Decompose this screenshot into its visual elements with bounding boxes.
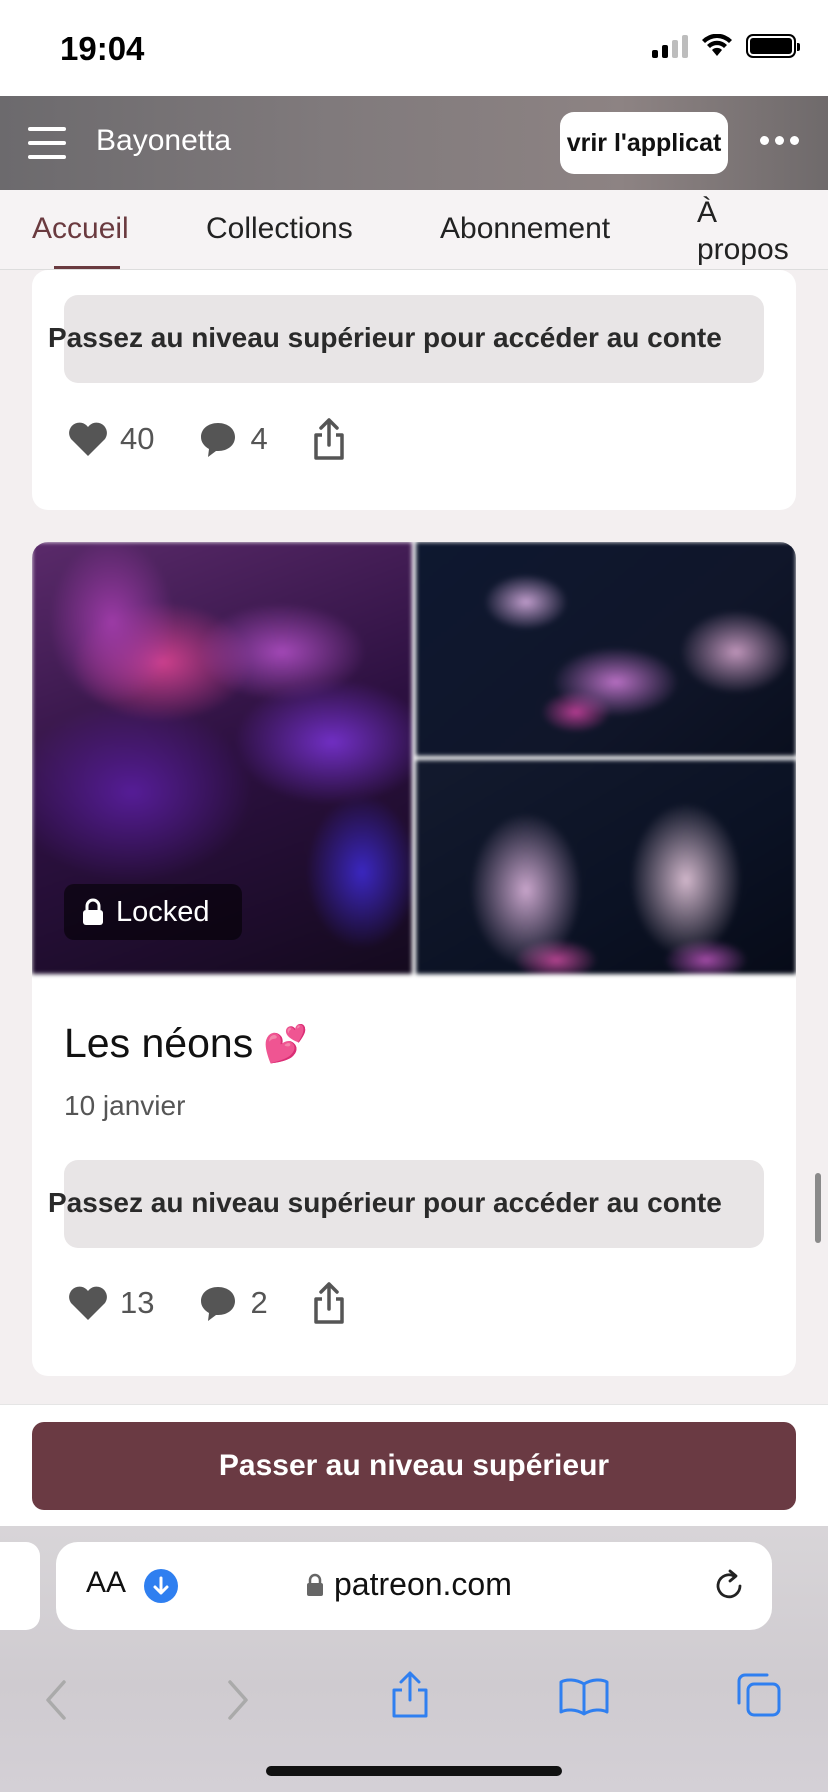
aa-label: AA xyxy=(86,1566,127,1599)
tab-a-propos[interactable]: À propos xyxy=(697,194,807,268)
share-button[interactable] xyxy=(312,417,346,461)
post-actions: 13 2 xyxy=(68,1278,390,1328)
like-count: 13 xyxy=(120,1285,155,1320)
like-count: 40 xyxy=(120,421,155,456)
forward-icon[interactable] xyxy=(222,1678,252,1722)
browser-chrome: AA patreon.com xyxy=(0,1526,828,1792)
menu-icon[interactable] xyxy=(28,127,66,159)
url-display: patreon.com xyxy=(306,1566,512,1603)
heart-icon xyxy=(69,1286,107,1320)
reload-icon[interactable] xyxy=(710,1566,748,1606)
lock-icon xyxy=(307,1573,323,1596)
comment-button[interactable]: 4 xyxy=(198,420,268,458)
status-bar: 19:04 xyxy=(0,0,828,96)
share-button[interactable] xyxy=(312,1281,346,1325)
upgrade-prompt[interactable]: Passez au niveau supérieur pour accéder … xyxy=(48,295,764,383)
cellular-signal-icon xyxy=(652,34,688,58)
scrollbar[interactable] xyxy=(815,1173,821,1243)
url-text: patreon.com xyxy=(334,1566,512,1602)
wifi-icon xyxy=(702,34,732,56)
address-bar[interactable]: AA patreon.com xyxy=(56,1542,772,1630)
post-image-blurred[interactable] xyxy=(416,542,796,756)
post-card: Passez au niveau supérieur pour accéder … xyxy=(32,270,796,510)
comment-count: 4 xyxy=(250,421,268,456)
status-time: 19:04 xyxy=(60,30,145,67)
upgrade-prompt-text: Passez au niveau supérieur pour accéder … xyxy=(48,322,722,353)
comment-icon xyxy=(201,423,236,457)
tab-a-propos-label: À propos xyxy=(697,196,789,266)
post-title-text: Les néons xyxy=(64,1020,254,1066)
post-image-gallery[interactable]: Locked xyxy=(32,542,796,974)
tab-abonnement[interactable]: Abonnement xyxy=(440,212,610,246)
bookmarks-icon[interactable] xyxy=(558,1676,610,1716)
upgrade-bar: Passer au niveau supérieur xyxy=(0,1404,828,1526)
creator-header: Bayonetta vrir l'applicat xyxy=(0,96,828,190)
upgrade-prompt[interactable]: Passez au niveau supérieur pour accéder … xyxy=(48,1160,764,1248)
post-actions: 40 4 xyxy=(68,414,390,464)
battery-icon xyxy=(746,34,800,58)
active-tab-indicator xyxy=(54,266,120,269)
creator-name: Bayonetta xyxy=(96,124,232,157)
download-icon[interactable] xyxy=(144,1569,178,1603)
tab-collections[interactable]: Collections xyxy=(206,212,353,246)
share-icon xyxy=(313,1282,344,1324)
previous-tab-preview[interactable] xyxy=(0,1542,40,1630)
post-title[interactable]: Les néons 💕 xyxy=(64,1020,308,1067)
like-button[interactable]: 40 xyxy=(68,421,154,457)
status-icons xyxy=(652,34,800,58)
more-options-icon[interactable] xyxy=(760,136,799,145)
locked-badge: Locked xyxy=(64,884,242,940)
two-hearts-emoji: 💕 xyxy=(263,1022,309,1064)
tab-bar: Accueil Collections Abonnement À propos xyxy=(0,190,828,270)
tabs-icon[interactable] xyxy=(736,1672,782,1718)
open-app-button[interactable]: vrir l'applicat xyxy=(560,112,728,174)
back-icon[interactable] xyxy=(42,1678,72,1722)
locked-label: Locked xyxy=(116,895,210,928)
reader-settings-button[interactable]: AA xyxy=(86,1566,126,1600)
comment-count: 2 xyxy=(250,1285,268,1320)
home-indicator[interactable] xyxy=(266,1766,562,1776)
upgrade-prompt-text: Passez au niveau supérieur pour accéder … xyxy=(48,1187,722,1218)
share-icon xyxy=(313,418,344,460)
heart-icon xyxy=(69,422,107,456)
comment-button[interactable]: 2 xyxy=(198,1284,268,1322)
tab-accueil[interactable]: Accueil xyxy=(32,212,129,246)
upgrade-button[interactable]: Passer au niveau supérieur xyxy=(32,1422,796,1510)
browser-toolbar xyxy=(0,1662,828,1742)
lock-icon xyxy=(83,898,103,925)
share-icon[interactable] xyxy=(390,1670,430,1720)
post-card: Locked Les néons 💕 10 janvier Passez au … xyxy=(32,542,796,1376)
post-date: 10 janvier xyxy=(64,1090,186,1121)
post-image-blurred[interactable] xyxy=(416,760,796,974)
like-button[interactable]: 13 xyxy=(68,1285,154,1321)
comment-icon xyxy=(201,1287,236,1321)
